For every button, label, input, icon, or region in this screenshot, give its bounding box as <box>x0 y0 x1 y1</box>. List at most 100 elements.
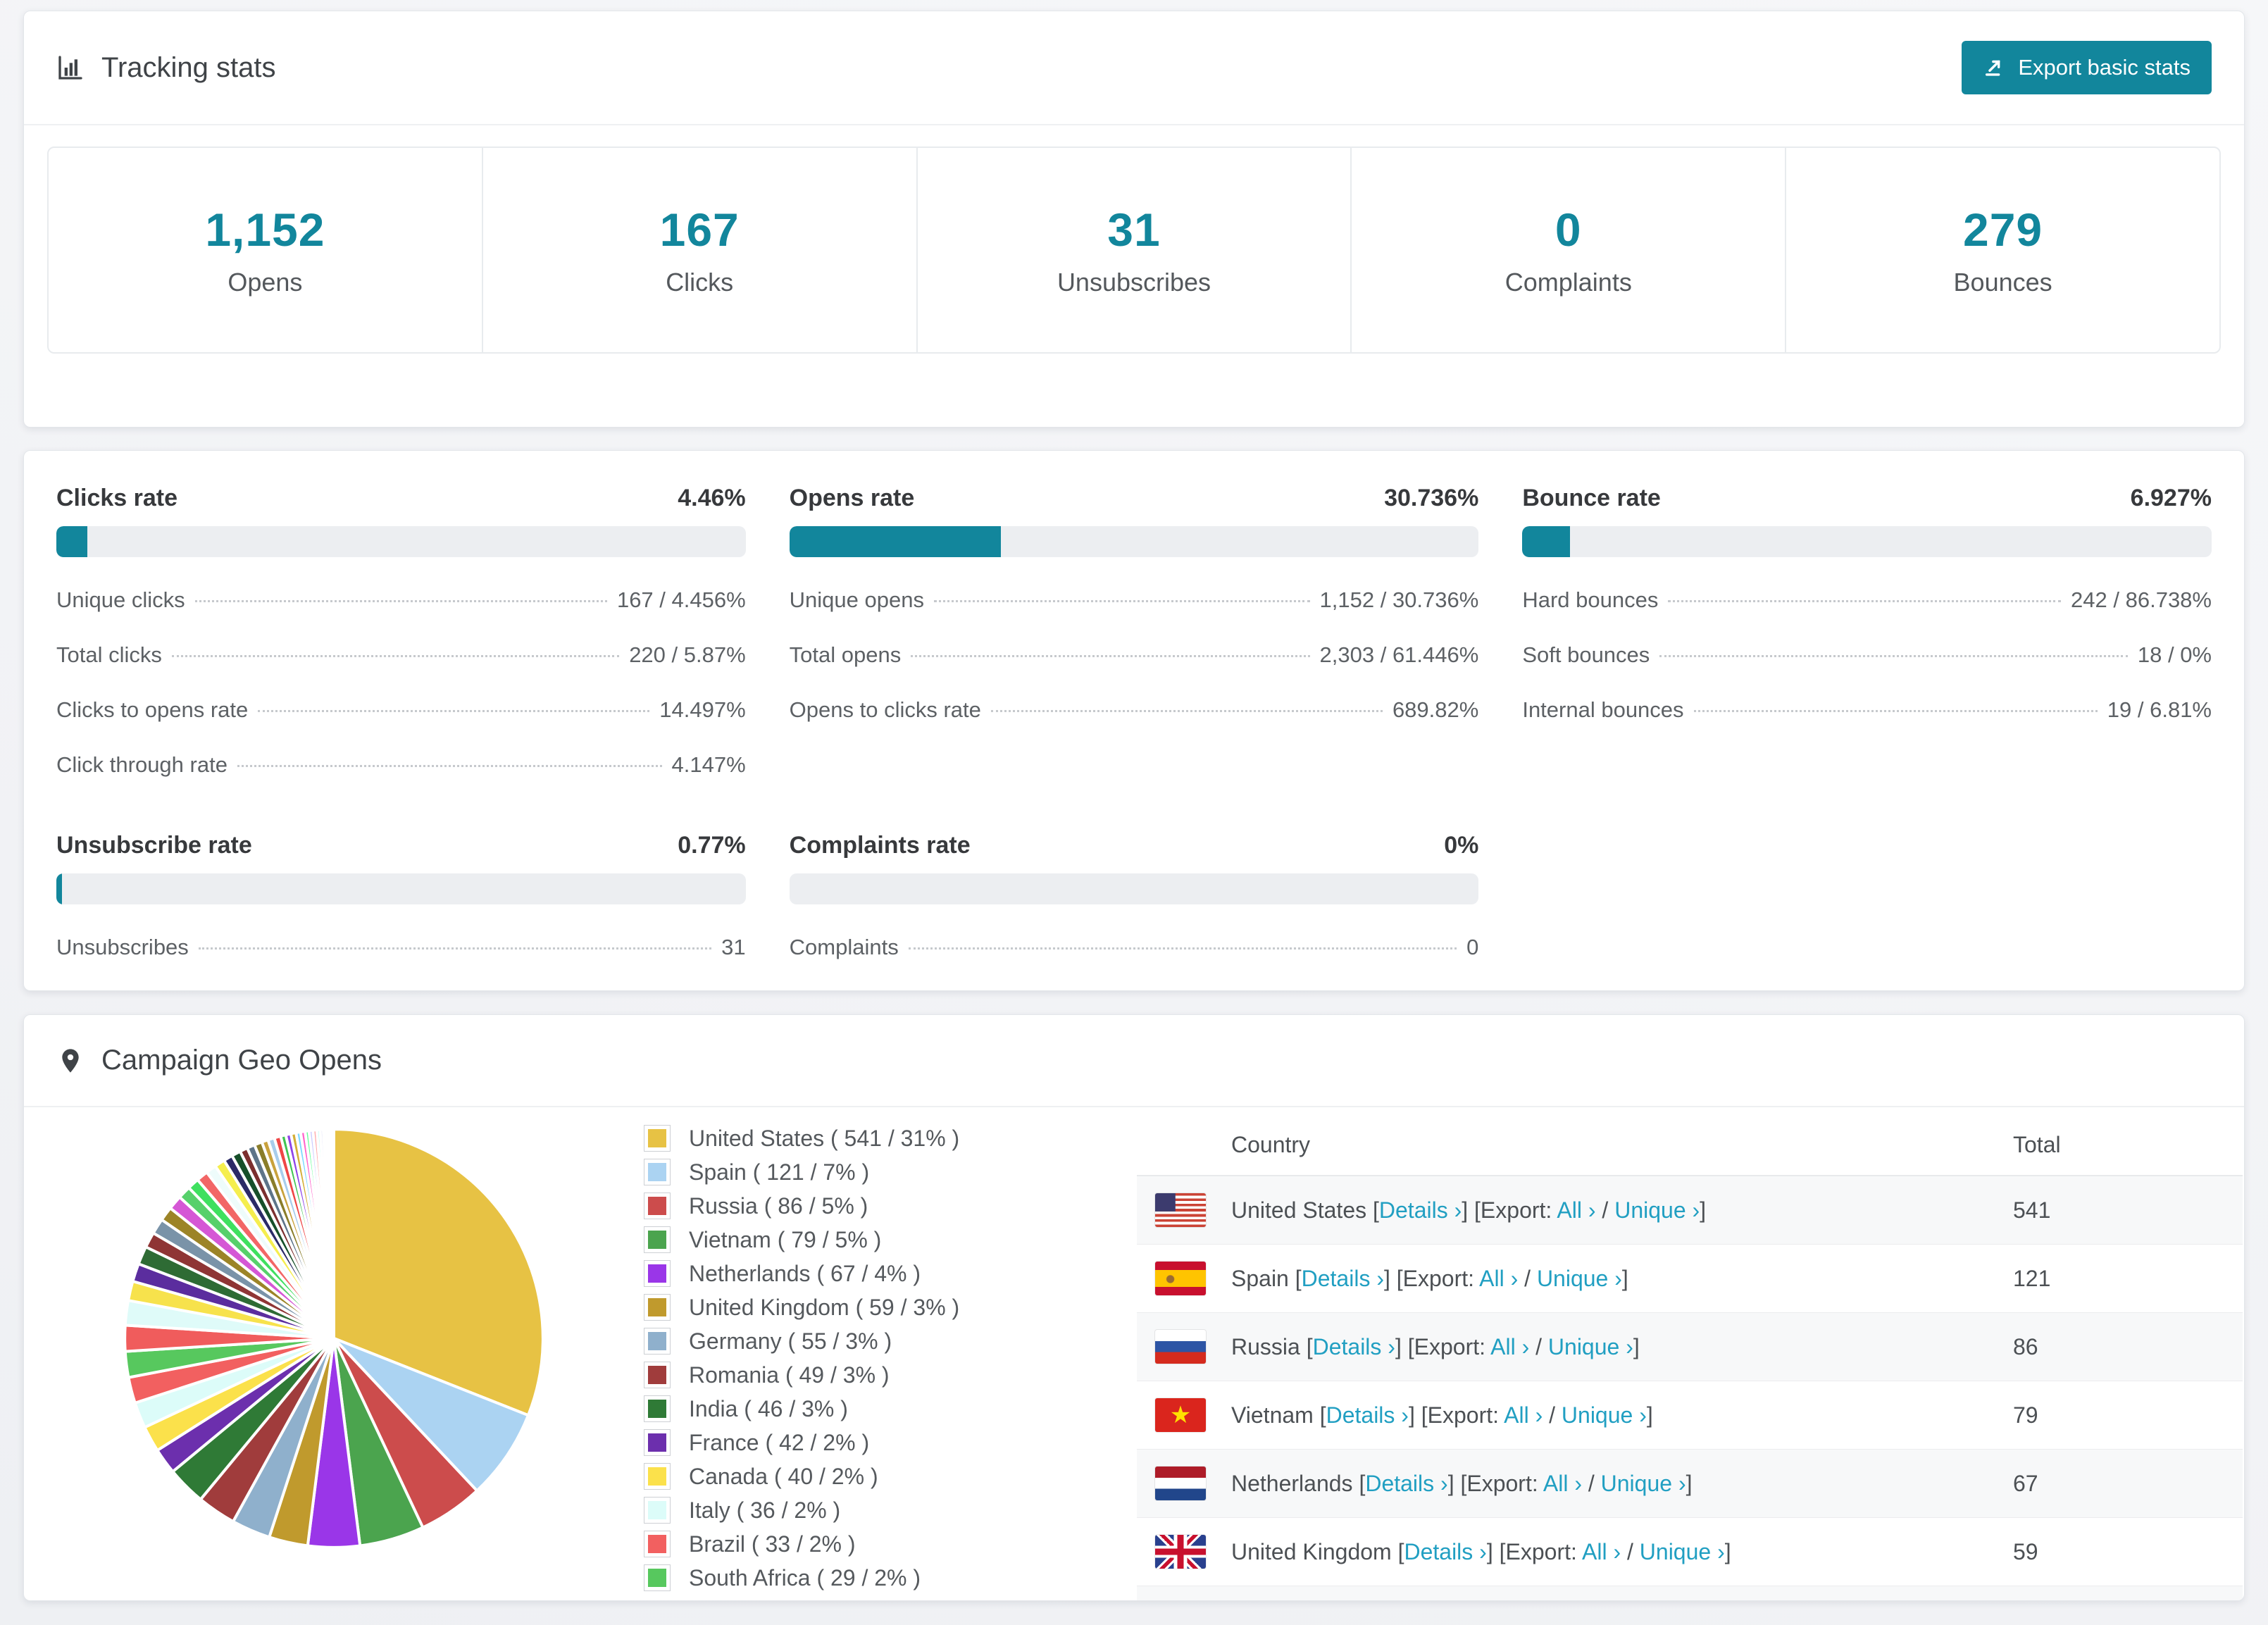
progress-bar-clicks-rate <box>56 526 746 557</box>
geo-country-cell-united-kingdom: United Kingdom [Details ›] [Export: All … <box>1231 1538 1731 1564</box>
export-all-link-vietnam[interactable]: All › <box>1504 1402 1543 1428</box>
legend-item-united-kingdom: United Kingdom ( 59 / 3% ) <box>644 1293 1137 1321</box>
geo-table-row-vietnam: Vietnam [Details ›] [Export: All › / Uni… <box>1137 1381 2243 1449</box>
rate-metric-value: 1,152 / 30.736% <box>1319 587 1479 612</box>
progress-fill-unsubscribe-rate <box>56 873 62 904</box>
legend-label-united-kingdom: United Kingdom ( 59 / 3% ) <box>689 1294 960 1320</box>
rate-metric-value: 689.82% <box>1392 697 1479 722</box>
legend-item-canada: Canada ( 40 / 2% ) <box>644 1462 1137 1490</box>
dotted-leader <box>1659 655 2128 657</box>
rate-metric-value: 242 / 86.738% <box>2071 587 2212 612</box>
details-link-netherlands[interactable]: Details › <box>1365 1471 1447 1496</box>
rate-metric-opens-to-clicks-rate: Opens to clicks rate 689.82% <box>790 698 1479 722</box>
dotted-leader <box>911 655 1310 657</box>
rate-panel-head: Opens rate 30.736% <box>790 485 1479 512</box>
geo-table-header-row: Country Total <box>1137 1114 2243 1176</box>
legend-swatch-canada <box>644 1463 671 1490</box>
legend-swatch-germany <box>644 1328 671 1355</box>
geo-country-cell-netherlands: Netherlands [Details ›] [Export: All › /… <box>1231 1470 1693 1496</box>
stat-box-opens: 1,152 Opens <box>49 148 482 352</box>
legend-label-netherlands: Netherlands ( 67 / 4% ) <box>689 1260 921 1286</box>
dotted-leader <box>237 765 662 767</box>
legend-item-netherlands: Netherlands ( 67 / 4% ) <box>644 1259 1137 1288</box>
export-unique-link-united-states[interactable]: Unique › <box>1614 1197 1700 1223</box>
rate-value-unsubscribe-rate: 0.77% <box>678 832 746 859</box>
details-link-united-states[interactable]: Details › <box>1379 1197 1462 1223</box>
export-all-link-united-kingdom[interactable]: All › <box>1582 1539 1621 1564</box>
geo-total-russia: 86 <box>2013 1333 2038 1359</box>
geo-pie-svg[interactable] <box>118 1123 549 1554</box>
rate-metric-value: 31 <box>721 935 746 959</box>
pie-slice-other-37[interactable] <box>331 1128 335 1339</box>
rate-metric-clicks-to-opens-rate: Clicks to opens rate 14.497% <box>56 698 746 722</box>
stat-label-opens: Opens <box>228 268 303 297</box>
rates-row-2: Unsubscribe rate 0.77% Unsubscribes 31 Compl… <box>56 832 2212 959</box>
legend-label-united-states: United States ( 541 / 31% ) <box>689 1125 960 1151</box>
legend-label-romania: Romania ( 49 / 3% ) <box>689 1362 890 1388</box>
geo-country-cell-vietnam: Vietnam [Details ›] [Export: All › / Uni… <box>1231 1402 1653 1428</box>
legend-swatch-france <box>644 1429 671 1456</box>
dotted-leader <box>990 710 1383 712</box>
export-unique-link-spain[interactable]: Unique › <box>1537 1266 1622 1291</box>
geo-opens-content: United States ( 541 / 31% ) Spain ( 121 /… <box>24 1107 2244 1600</box>
tracking-stats-card: Tracking stats Export basic stats 1,152 O… <box>23 11 2245 428</box>
rate-metric-label: Unique clicks <box>56 587 185 612</box>
details-link-vietnam[interactable]: Details › <box>1326 1402 1409 1428</box>
geo-country-cell-spain: Spain [Details ›] [Export: All › / Uniqu… <box>1231 1265 1628 1291</box>
export-basic-stats-button[interactable]: Export basic stats <box>1962 41 2212 94</box>
export-all-link-russia[interactable]: All › <box>1490 1334 1529 1359</box>
export-all-link-netherlands[interactable]: All › <box>1543 1471 1582 1496</box>
stat-box-bounces: 279 Bounces <box>1785 148 2219 352</box>
progress-bar-unsubscribe-rate <box>56 873 746 904</box>
flag-gb-icon <box>1155 1535 1206 1569</box>
geo-country-cell-united-states: United States [Details ›] [Export: All ›… <box>1231 1197 1707 1223</box>
export-all-link-united-states[interactable]: All › <box>1557 1197 1595 1223</box>
rate-title-opens-rate: Opens rate <box>789 485 915 511</box>
legend-item-russia: Russia ( 86 / 5% ) <box>644 1192 1137 1220</box>
legend-item-italy: Italy ( 36 / 2% ) <box>644 1496 1137 1524</box>
legend-swatch-united-states <box>644 1125 671 1152</box>
rate-title-complaints-rate: Complaints rate <box>789 832 971 859</box>
geo-table-row-netherlands: Netherlands [Details ›] [Export: All › /… <box>1137 1449 2243 1517</box>
export-unique-link-united-kingdom[interactable]: Unique › <box>1640 1539 1725 1564</box>
rate-panel-head: Complaints rate 0% <box>790 832 1479 859</box>
stat-label-clicks: Clicks <box>666 268 734 297</box>
stat-box-unsubscribes: 31 Unsubscribes <box>916 148 1351 352</box>
rate-panel-head: Unsubscribe rate 0.77% <box>56 832 746 859</box>
dotted-leader <box>171 655 620 657</box>
legend-item-vietnam: Vietnam ( 79 / 5% ) <box>644 1226 1137 1254</box>
export-unique-link-netherlands[interactable]: Unique › <box>1601 1471 1686 1496</box>
export-unique-link-vietnam[interactable]: Unique › <box>1562 1402 1647 1428</box>
geo-total-spain: 121 <box>2013 1265 2051 1291</box>
dotted-leader <box>1693 710 2098 712</box>
export-unique-link-russia[interactable]: Unique › <box>1548 1334 1633 1359</box>
rate-metric-value: 220 / 5.87% <box>629 642 746 667</box>
stat-label-bounces: Bounces <box>1953 268 2052 297</box>
rate-metric-value: 4.147% <box>671 752 746 777</box>
legend-item-india: India ( 46 / 3% ) <box>644 1395 1137 1423</box>
details-link-united-kingdom[interactable]: Details › <box>1404 1539 1486 1564</box>
dotted-leader <box>198 947 712 950</box>
geo-total-united-kingdom: 59 <box>2013 1538 2038 1564</box>
legend-label-vietnam: Vietnam ( 79 / 5% ) <box>689 1226 882 1252</box>
details-link-spain[interactable]: Details › <box>1302 1266 1384 1291</box>
geo-total-vietnam: 79 <box>2013 1402 2038 1428</box>
rate-value-bounce-rate: 6.927% <box>2130 485 2212 511</box>
rate-metric-value: 14.497% <box>659 697 746 722</box>
export-all-link-spain[interactable]: All › <box>1479 1266 1518 1291</box>
progress-bar-opens-rate <box>789 526 1479 557</box>
details-link-russia[interactable]: Details › <box>1313 1334 1395 1359</box>
export-button-label: Export basic stats <box>2018 55 2191 80</box>
legend-item-brazil: Brazil ( 33 / 2% ) <box>644 1530 1137 1558</box>
legend-label-south-africa: South Africa ( 29 / 2% ) <box>689 1564 921 1590</box>
legend-swatch-russia <box>644 1193 671 1219</box>
progress-bar-bounce-rate <box>1522 526 2212 557</box>
stat-value-opens: 1,152 <box>205 204 325 256</box>
stat-value-unsubscribes: 31 <box>1107 204 1161 256</box>
rate-metric-hard-bounces: Hard bounces 242 / 86.738% <box>1522 588 2212 612</box>
flag-es-icon <box>1155 1262 1206 1295</box>
progress-bar-complaints-rate <box>789 873 1479 904</box>
geo-pie-chart[interactable] <box>24 1114 644 1600</box>
rate-panel-complaints-rate: Complaints rate 0% Complaints 0 <box>789 832 1479 959</box>
rate-title-bounce-rate: Bounce rate <box>1522 485 1661 511</box>
